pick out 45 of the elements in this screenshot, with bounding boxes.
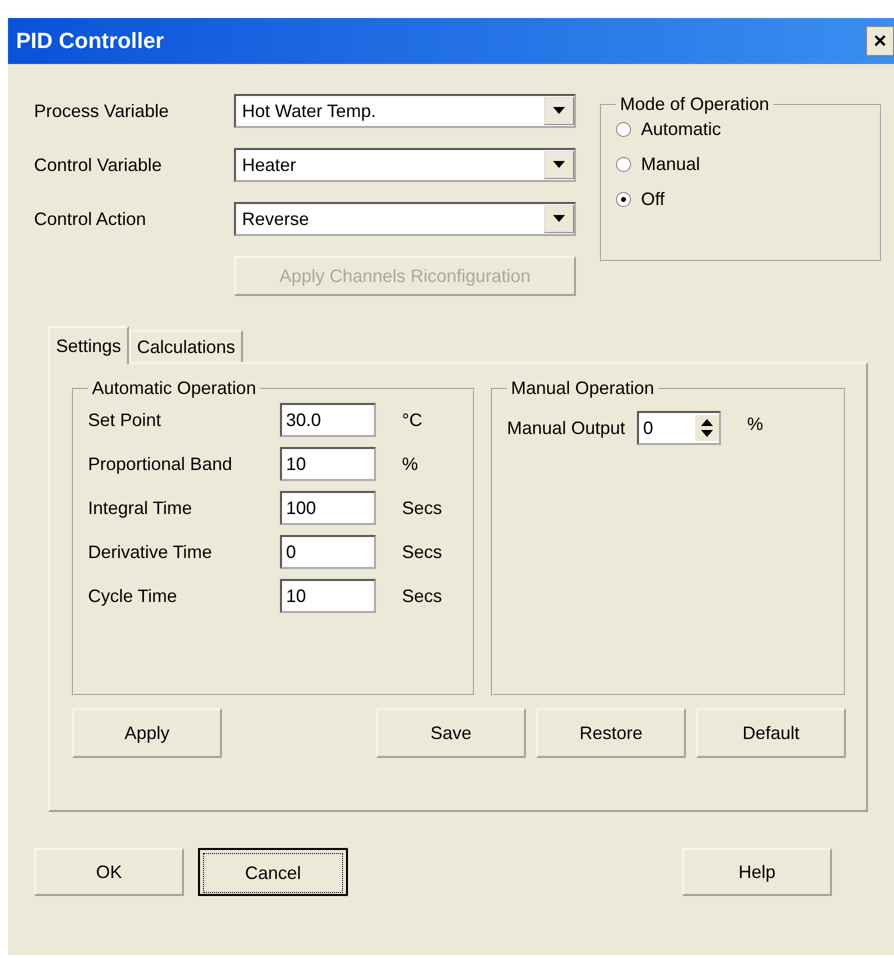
window-title: PID Controller (16, 28, 164, 54)
unit-label: Secs (402, 586, 442, 606)
dialog-button[interactable]: Cancel (198, 848, 348, 896)
action-button[interactable]: Restore (536, 708, 686, 758)
field-label: Manual Output (507, 418, 626, 438)
radio-option[interactable]: Automatic (616, 119, 866, 140)
unit-label: °C (402, 410, 422, 430)
radio-option[interactable]: Off (616, 189, 866, 210)
field-label: Cycle Time (88, 586, 178, 606)
dropdown[interactable]: Hot Water Temp. (234, 94, 576, 128)
field-label: Derivative Time (88, 542, 214, 562)
dialog-button[interactable]: OK (34, 848, 184, 896)
close-button[interactable]: × (866, 26, 894, 56)
dialog-button[interactable]: Help (682, 848, 832, 896)
input-field[interactable]: 30.0 (280, 403, 376, 437)
action-button[interactable]: Apply (72, 708, 222, 758)
input-field[interactable]: 100 (280, 491, 376, 525)
radio-button[interactable] (616, 157, 631, 172)
dropdown[interactable]: Heater (234, 148, 576, 182)
input-field[interactable]: 0 (280, 535, 376, 569)
group-title: Mode of Operation (619, 94, 770, 115)
input-field[interactable]: 10 (280, 579, 376, 613)
field-label: Process Variable (34, 100, 170, 122)
field-label: Proportional Band (88, 454, 234, 474)
field-label: Integral Time (88, 498, 194, 518)
field-label: Control Action (34, 208, 148, 230)
input-field[interactable]: 10 (280, 447, 376, 481)
radio-option[interactable]: Manual (616, 154, 866, 175)
group-title: Manual Operation (510, 378, 656, 399)
tab[interactable]: Settings (48, 326, 130, 364)
spin-arrows-icon[interactable] (695, 415, 720, 441)
unit-label: % (747, 414, 764, 434)
radio-button[interactable] (616, 122, 631, 137)
field-label: Control Variable (34, 154, 163, 176)
unit-label: Secs (402, 542, 442, 562)
tab[interactable]: Calculations (129, 330, 244, 362)
unit-label: Secs (402, 498, 442, 518)
action-button[interactable]: Default (696, 708, 846, 758)
unit-label: % (402, 454, 418, 474)
radio-button[interactable] (616, 192, 631, 207)
dropdown[interactable]: Reverse (234, 202, 576, 236)
group-title: Automatic Operation (91, 378, 258, 399)
field-label: Set Point (88, 410, 162, 430)
spin-field[interactable]: 0 (637, 411, 722, 445)
action-button[interactable]: Save (376, 708, 526, 758)
